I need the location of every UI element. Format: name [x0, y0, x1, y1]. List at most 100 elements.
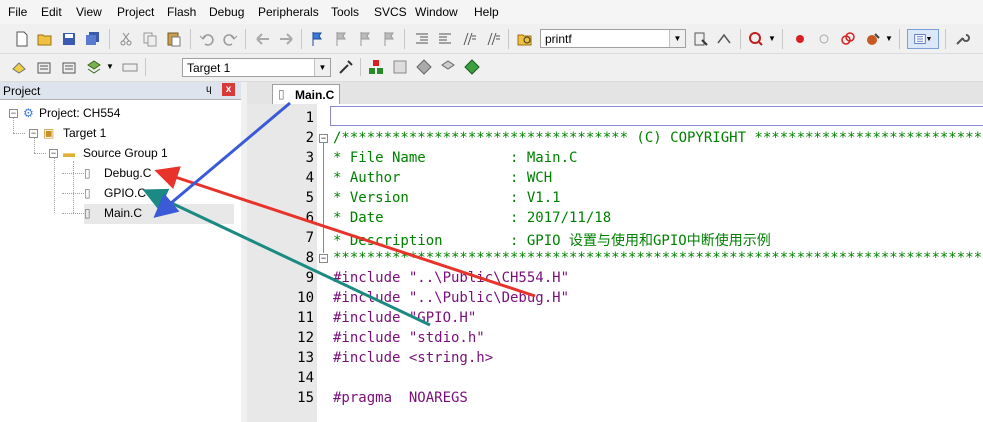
indent-icon[interactable]	[413, 30, 431, 48]
incremental-find-icon[interactable]	[692, 30, 710, 48]
tree-target-label: Target 1	[63, 126, 107, 140]
run-time-env-icon[interactable]	[463, 58, 481, 76]
save-all-icon[interactable]	[84, 30, 102, 48]
clear-breakpoints-icon[interactable]	[839, 30, 857, 48]
code-line: #include <string.h>	[333, 350, 494, 366]
line-number: 2	[305, 130, 314, 146]
menu-debug[interactable]: Debug	[209, 5, 244, 19]
tree-collapse-toggle[interactable]: −	[29, 129, 38, 138]
menu-flash[interactable]: Flash	[167, 5, 196, 19]
file-icon: ▯	[84, 186, 91, 200]
menu-help[interactable]: Help	[474, 5, 499, 19]
tree-target[interactable]: ▣ Target 1	[43, 126, 106, 140]
window-layout-icon[interactable]: ▼	[907, 29, 939, 49]
menu-svcs[interactable]: SVCS	[374, 5, 407, 19]
code-line: #include "stdio.h"	[333, 330, 485, 346]
code-line: /********************************** (C) …	[333, 130, 983, 146]
undo-icon[interactable]	[198, 30, 216, 48]
menu-view[interactable]: View	[76, 5, 102, 19]
close-icon[interactable]: x	[222, 83, 235, 96]
tree-collapse-toggle[interactable]: −	[9, 109, 18, 118]
next-bookmark-icon[interactable]	[356, 30, 374, 48]
debug-session-icon[interactable]	[747, 30, 765, 48]
menu-project[interactable]: Project	[117, 5, 154, 19]
fold-toggle[interactable]: −	[319, 254, 328, 263]
chevron-down-icon[interactable]: ▼	[669, 30, 685, 47]
save-icon[interactable]	[60, 30, 78, 48]
find-combo[interactable]: printf ▼	[540, 29, 686, 48]
menu-edit[interactable]: Edit	[41, 5, 62, 19]
redo-icon[interactable]	[221, 30, 239, 48]
current-line-highlight	[330, 106, 983, 126]
line-number: 6	[305, 210, 314, 226]
bookmark-icon[interactable]	[308, 30, 326, 48]
editor-tab-bar: ▯ Main.C	[247, 82, 983, 105]
rebuild-icon[interactable]	[60, 58, 78, 76]
line-number: 3	[305, 150, 314, 166]
cut-icon[interactable]	[117, 30, 135, 48]
pack-installer-icon[interactable]	[415, 58, 433, 76]
code-line: #include "..\Public\Debug.H"	[333, 290, 570, 306]
manage-books-icon[interactable]	[391, 58, 409, 76]
find-replace-icon[interactable]	[715, 30, 733, 48]
nav-back-icon[interactable]	[254, 30, 272, 48]
line-number: 9	[305, 270, 314, 286]
breakpoint-icon[interactable]	[791, 30, 809, 48]
chevron-down-icon[interactable]: ▼	[768, 34, 776, 43]
batch-build-icon[interactable]	[85, 58, 103, 76]
tree-collapse-toggle[interactable]: −	[49, 149, 58, 158]
pin-icon[interactable]: ɥ	[206, 84, 212, 95]
chevron-down-icon[interactable]: ▼	[106, 62, 114, 71]
line-number: 10	[297, 290, 314, 306]
line-number: 5	[305, 190, 314, 206]
translate-icon[interactable]	[10, 58, 28, 76]
wrench-icon[interactable]	[953, 30, 971, 48]
prev-bookmark-icon[interactable]	[332, 30, 350, 48]
load-icon[interactable]	[121, 58, 139, 76]
target-combo[interactable]: Target 1 ▼	[182, 58, 331, 77]
paste-icon[interactable]	[165, 30, 183, 48]
tree-file-debug[interactable]: ▯ Debug.C	[84, 166, 151, 180]
build-icon[interactable]	[35, 58, 53, 76]
line-number: 7	[305, 230, 314, 246]
project-panel: Project ɥ x − ⚙ Project: CH554 − ▣ Target …	[0, 82, 242, 422]
find-in-files-icon[interactable]	[516, 30, 534, 48]
chevron-down-icon[interactable]: ▼	[885, 34, 893, 43]
nav-forward-icon[interactable]	[277, 30, 295, 48]
kill-breakpoints-icon[interactable]	[864, 30, 882, 48]
menu-peripherals[interactable]: Peripherals	[258, 5, 319, 19]
select-packs-icon[interactable]	[439, 58, 457, 76]
new-file-icon[interactable]	[13, 30, 31, 48]
line-number: 8	[305, 250, 314, 266]
comment-icon[interactable]	[460, 30, 478, 48]
line-number: 13	[297, 350, 314, 366]
project-panel-title: Project	[3, 84, 41, 98]
line-number: 1	[305, 110, 314, 126]
disable-breakpoint-icon[interactable]	[815, 30, 833, 48]
chevron-down-icon[interactable]: ▼	[314, 59, 330, 76]
tree-project-root[interactable]: ⚙ Project: CH554	[23, 106, 120, 120]
clear-bookmarks-icon[interactable]	[380, 30, 398, 48]
menu-file[interactable]: File	[8, 5, 27, 19]
manage-project-icon[interactable]	[367, 58, 385, 76]
fold-toggle[interactable]: −	[319, 134, 328, 143]
tree-file-label: Debug.C	[104, 166, 152, 180]
open-folder-icon[interactable]	[36, 30, 54, 48]
target-combo-value: Target 1	[187, 61, 231, 75]
tree-file-label: GPIO.C	[104, 186, 147, 200]
tree-file-main[interactable]: ▯ Main.C	[84, 204, 234, 224]
uncomment-icon[interactable]	[484, 30, 502, 48]
menu-window[interactable]: Window	[415, 5, 458, 19]
menu-tools[interactable]: Tools	[331, 5, 359, 19]
tab-main-c[interactable]: ▯ Main.C	[272, 84, 340, 104]
unindent-icon[interactable]	[436, 30, 454, 48]
main-toolbar: printf ▼ ▼ ▼ ▼	[0, 24, 983, 54]
code-line: * Date : 2017/11/18	[333, 210, 612, 226]
target-options-icon[interactable]	[337, 58, 355, 76]
line-number: 15	[297, 390, 314, 406]
copy-icon[interactable]	[141, 30, 159, 48]
tree-file-gpio[interactable]: ▯ GPIO.C	[84, 186, 146, 200]
target-icon: ▣	[43, 126, 55, 140]
file-icon: ▯	[84, 206, 91, 220]
tree-source-group[interactable]: ▬ Source Group 1	[63, 146, 168, 160]
